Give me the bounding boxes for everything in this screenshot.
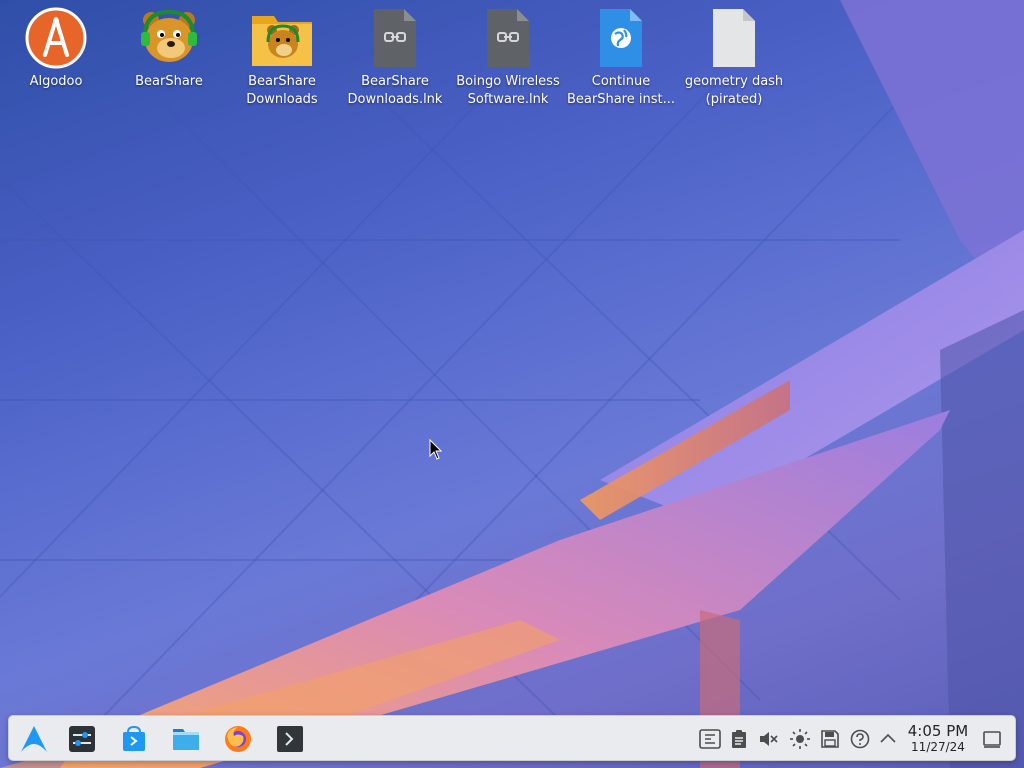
clipboard-icon xyxy=(732,730,746,748)
mouse-cursor-icon xyxy=(429,439,443,460)
desktop-icon-label: Boingo Wireless Software.lnk xyxy=(456,74,560,107)
show-desktop-icon xyxy=(983,731,1001,748)
terminal-icon xyxy=(277,726,303,752)
discover-store-button[interactable] xyxy=(117,722,151,756)
brightness-tray[interactable] xyxy=(789,728,811,750)
clock-time: 4:05 PM xyxy=(907,722,969,740)
desktop-icon-label: BearShare Downloads.lnk xyxy=(347,74,443,107)
help-tray[interactable] xyxy=(849,728,871,750)
desktop-icon-label: BearShare Downloads xyxy=(246,74,318,107)
volume-muted-icon xyxy=(760,732,778,746)
desktop-icon-bearshare-downloads[interactable]: BearShare Downloads xyxy=(226,6,338,118)
desktop-icon-geometry-dash[interactable]: geometry dash (pirated) xyxy=(678,6,790,118)
desktop: Algodoo BearShare BearShare Downloads Be… xyxy=(0,0,1024,768)
volume-tray[interactable] xyxy=(757,728,779,750)
system-settings-icon xyxy=(69,726,95,752)
system-settings-button[interactable] xyxy=(65,722,99,756)
desktop-icon-label: Continue BearShare inst... xyxy=(567,74,675,107)
clipboard-tray[interactable] xyxy=(728,728,750,750)
desktop-icon-label: BearShare xyxy=(135,74,203,89)
digital-clock[interactable]: 4:05 PM 11/27/24 xyxy=(901,722,975,756)
bearshare-folder-icon xyxy=(250,6,314,70)
desktop-icon-bearshare[interactable]: BearShare xyxy=(113,6,225,118)
bearshare-bear-icon xyxy=(137,6,201,70)
blank-file-icon xyxy=(702,6,766,70)
brightness-icon xyxy=(790,729,810,749)
file-manager-icon xyxy=(173,729,199,750)
kde-connect-icon xyxy=(699,729,721,749)
shortcut-file-icon xyxy=(476,6,540,70)
desktop-icon-continue-bearshare[interactable]: Continue BearShare inst... xyxy=(565,6,677,118)
web-link-file-icon xyxy=(589,6,653,70)
clock-date: 11/27/24 xyxy=(911,740,965,754)
shortcut-file-icon xyxy=(363,6,427,70)
disks-devices-icon xyxy=(821,730,839,748)
file-manager-button[interactable] xyxy=(169,722,203,756)
algodoo-icon xyxy=(24,6,88,70)
discover-store-icon xyxy=(123,725,145,751)
firefox-button[interactable] xyxy=(221,722,255,756)
show-hidden-icons-chevron-up-icon xyxy=(880,733,896,743)
show-desktop-button[interactable] xyxy=(981,728,1003,750)
desktop-icon-bearshare-downloads-lnk[interactable]: BearShare Downloads.lnk xyxy=(339,6,451,118)
terminal-button[interactable] xyxy=(273,722,307,756)
taskbar-panel: 4:05 PM 11/27/24 xyxy=(8,715,1016,761)
desktop-icon-algodoo[interactable]: Algodoo xyxy=(0,6,112,118)
show-hidden-icons-button[interactable] xyxy=(877,728,899,750)
kde-connect-tray[interactable] xyxy=(699,728,721,750)
desktop-icon-label: geometry dash (pirated) xyxy=(684,74,784,107)
application-launcher-button[interactable] xyxy=(17,722,51,756)
desktop-icon-boingo-wireless-lnk[interactable]: Boingo Wireless Software.lnk xyxy=(452,6,564,118)
firefox-icon xyxy=(225,726,251,752)
application-launcher-icon xyxy=(21,726,47,752)
help-icon xyxy=(850,729,870,749)
desktop-icon-label: Algodoo xyxy=(29,74,83,89)
disks-devices-tray[interactable] xyxy=(819,728,841,750)
